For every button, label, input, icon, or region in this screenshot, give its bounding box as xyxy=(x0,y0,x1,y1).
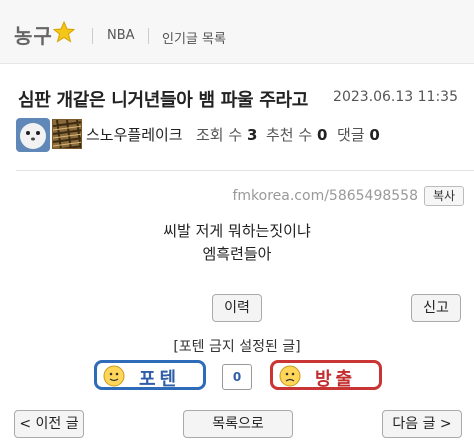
vote-up-label: 포텐 xyxy=(139,369,181,390)
author-badge-icon xyxy=(52,119,82,149)
divider xyxy=(16,170,474,171)
back-to-list-button[interactable]: 목록으로 xyxy=(183,410,293,438)
recommend-count: 추천 수 0 xyxy=(266,126,328,144)
vote-down-button[interactable]: 방출 xyxy=(270,360,382,390)
post-body-line: 씨발 저게 뭐하는짓이냐 xyxy=(163,222,311,240)
thumbs-down-face-icon xyxy=(279,365,301,387)
prev-post-button[interactable]: < 이전 글 xyxy=(14,410,84,438)
nav-link-nba[interactable]: NBA xyxy=(107,28,135,43)
report-button[interactable]: 신고 xyxy=(411,294,461,322)
vote-count: 0 xyxy=(222,364,252,390)
view-count: 조회 수 3 xyxy=(196,126,258,144)
separator xyxy=(148,28,149,44)
nav-link-popular-list[interactable]: 인기글 목록 xyxy=(162,28,226,47)
copy-url-button[interactable]: 복사 xyxy=(424,186,464,206)
vote-up-button[interactable]: 포텐 xyxy=(94,360,206,390)
post-body-line: 엠흑련들아 xyxy=(202,245,272,263)
post-url[interactable]: fmkorea.com/5865498558 xyxy=(232,188,418,204)
next-post-button[interactable]: 다음 글 > xyxy=(382,410,462,438)
comment-count: 댓글 0 xyxy=(337,126,380,144)
potten-locked-note: [포텐 금지 설정된 글] xyxy=(173,339,301,355)
post-date: 2023.06.13 11:35 xyxy=(333,89,458,105)
history-button[interactable]: 이력 xyxy=(212,294,262,322)
board-header: 농구 NBA 인기글 목록 xyxy=(0,0,474,64)
author-avatar[interactable] xyxy=(16,118,50,152)
vote-down-label: 방출 xyxy=(315,369,357,390)
thumbs-up-face-icon xyxy=(103,365,125,387)
author-name[interactable]: 스노우플레이크 xyxy=(86,124,183,145)
post-title: 심판 개같은 니거년들아 뱀 파울 주라고 xyxy=(18,90,308,111)
board-name[interactable]: 농구 xyxy=(14,20,53,49)
separator xyxy=(92,28,93,44)
favorite-star-icon[interactable] xyxy=(52,20,76,44)
